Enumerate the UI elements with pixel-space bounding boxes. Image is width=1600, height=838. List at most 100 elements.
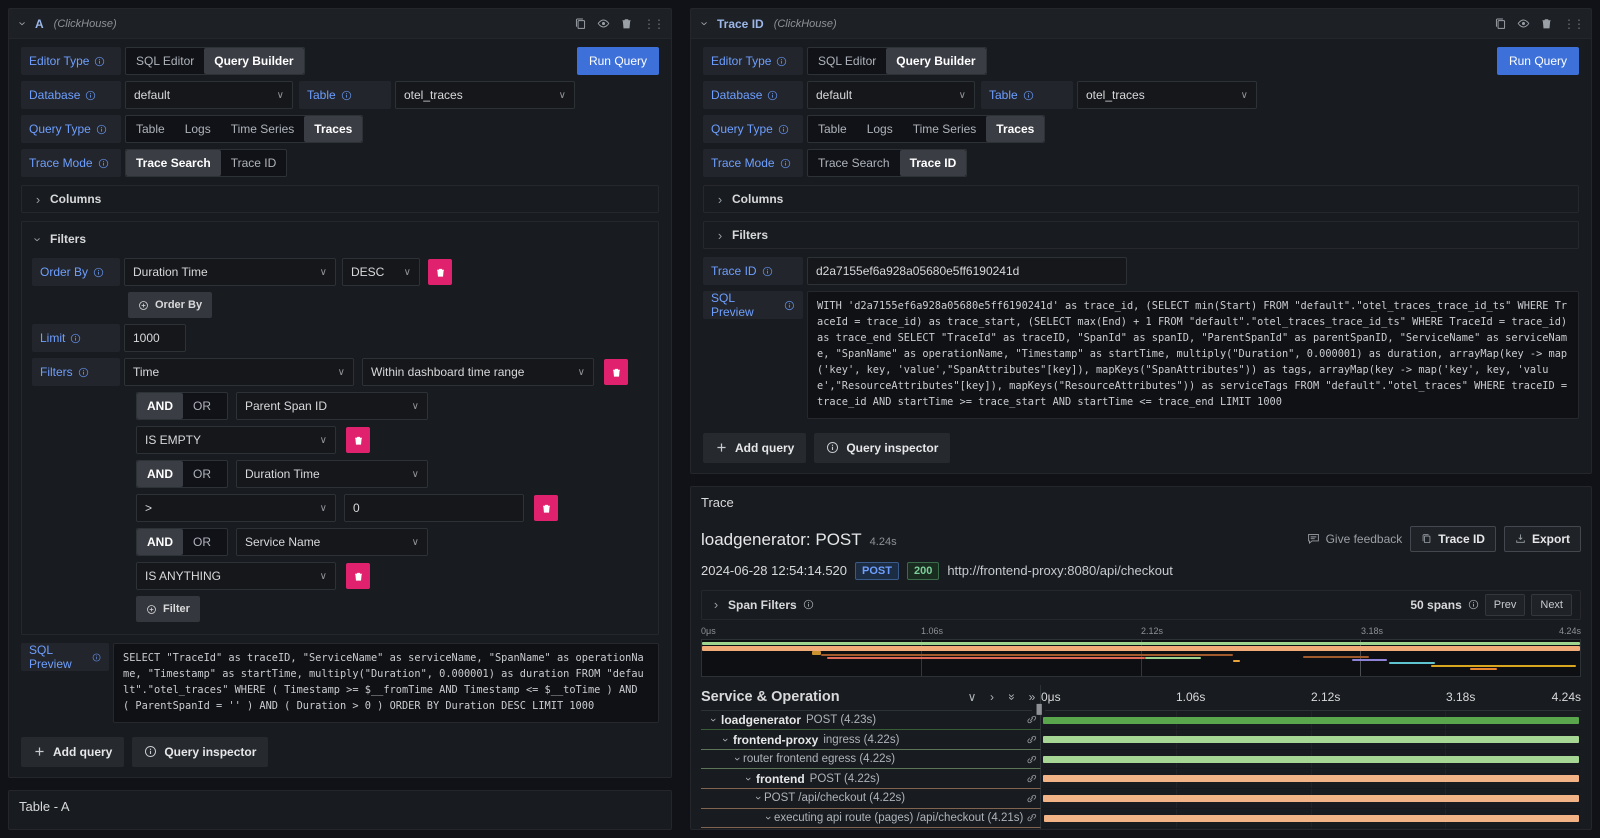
database-select[interactable]: default∨ [125, 81, 293, 109]
bool-operator-segmented[interactable]: AND OR [136, 392, 228, 420]
option-query-builder[interactable]: Query Builder [204, 48, 303, 74]
run-query-button[interactable]: Run Query [1497, 47, 1579, 75]
remove-filter-button[interactable] [604, 359, 628, 385]
span-timeline-cell[interactable] [1041, 750, 1581, 770]
run-query-button[interactable]: Run Query [577, 47, 659, 75]
column-header[interactable]: operationName [263, 822, 368, 830]
remove-condition-button[interactable] [346, 563, 370, 589]
remove-query-trash-icon[interactable] [1540, 17, 1553, 30]
chevron-right-icon[interactable]: › [710, 598, 722, 611]
expand-all-icon[interactable]: » [1024, 690, 1040, 704]
span-link-icon[interactable] [1026, 812, 1037, 823]
option-and[interactable]: AND [137, 393, 183, 419]
columns-section-toggle[interactable]: › Columns [21, 185, 659, 213]
span-name-cell[interactable]: › router frontend egress (4.22s) [701, 750, 1041, 770]
span-row[interactable]: › loadgenerator POST (4.23s) [701, 711, 1581, 731]
trace-minimap[interactable] [701, 639, 1581, 677]
export-button[interactable]: Export [1504, 526, 1581, 552]
trace-mode-segmented[interactable]: Trace Search Trace ID [125, 149, 287, 177]
option-logs[interactable]: Logs [857, 116, 903, 142]
add-query-button[interactable]: Add query [703, 433, 806, 463]
column-header[interactable]: serviceName [133, 822, 263, 830]
condition-operator-select[interactable]: IS ANYTHING∨ [136, 562, 336, 590]
query-type-segmented[interactable]: Table Logs Time Series Traces [807, 115, 1045, 143]
query-type-segmented[interactable]: Table Logs Time Series Traces [125, 115, 363, 143]
chevron-down-icon[interactable]: › [731, 753, 743, 765]
collapse-all-icon[interactable]: » [1005, 689, 1019, 705]
hide-response-eye-icon[interactable] [1517, 17, 1530, 30]
filter-operator-select[interactable]: Within dashboard time range∨ [362, 358, 594, 386]
span-name-cell[interactable]: › grpc.oteldemo.CheckoutService/PlaceOrd… [701, 828, 1041, 829]
option-traces[interactable]: Traces [986, 116, 1044, 142]
span-name-cell[interactable]: › frontend POST (4.22s) [701, 769, 1041, 789]
next-button[interactable]: Next [1531, 594, 1572, 616]
option-logs[interactable]: Logs [175, 116, 221, 142]
column-header[interactable]: duration [548, 822, 671, 830]
trace-id-input[interactable] [807, 257, 1127, 285]
option-time-series[interactable]: Time Series [903, 116, 987, 142]
span-bar[interactable] [1043, 795, 1580, 802]
remove-condition-button[interactable] [534, 495, 558, 521]
option-sql-editor[interactable]: SQL Editor [808, 48, 886, 74]
option-trace-id[interactable]: Trace ID [221, 150, 287, 176]
expand-one-icon[interactable]: › [984, 690, 1000, 704]
chevron-down-icon[interactable]: › [742, 773, 754, 785]
option-query-builder[interactable]: Query Builder [886, 48, 985, 74]
add-filter-button[interactable]: Filter [136, 596, 200, 622]
order-by-direction-select[interactable]: DESC∨ [342, 258, 420, 286]
query-inspector-button[interactable]: Query inspector [132, 737, 268, 767]
span-bar[interactable] [1043, 775, 1580, 782]
trace-mode-segmented[interactable]: Trace Search Trace ID [807, 149, 967, 177]
span-name-cell[interactable]: › POST /api/checkout (4.22s) [701, 789, 1041, 809]
remove-query-trash-icon[interactable] [620, 17, 633, 30]
condition-operator-select[interactable]: IS EMPTY∨ [136, 426, 336, 454]
give-feedback-link[interactable]: Give feedback [1307, 532, 1403, 546]
duplicate-query-icon[interactable] [574, 17, 587, 30]
condition-field-select[interactable]: Service Name∨ [236, 528, 428, 556]
query-row-header-a[interactable]: › A (ClickHouse) ⋮⋮ [9, 9, 671, 39]
span-link-icon[interactable] [1026, 754, 1037, 765]
span-bar[interactable] [1043, 717, 1580, 724]
condition-operator-select[interactable]: >∨ [136, 494, 336, 522]
column-resize-handle[interactable]: ▐▌ [1032, 704, 1045, 714]
option-sql-editor[interactable]: SQL Editor [126, 48, 204, 74]
option-or[interactable]: OR [183, 529, 221, 555]
limit-input[interactable] [124, 324, 186, 352]
span-timeline-cell[interactable] [1041, 828, 1581, 829]
span-row[interactable]: › executing api route (pages) /api/check… [701, 809, 1581, 829]
filters-section-toggle[interactable]: › Filters [703, 221, 1579, 249]
span-row[interactable]: › POST /api/checkout (4.22s) [701, 789, 1581, 809]
span-link-icon[interactable] [1026, 793, 1037, 804]
span-row[interactable]: › frontend POST (4.22s) [701, 769, 1581, 789]
editor-type-segmented[interactable]: SQL Editor Query Builder [125, 47, 305, 75]
span-name-cell[interactable]: › loadgenerator POST (4.23s) [701, 711, 1041, 731]
span-timeline-cell[interactable] [1041, 809, 1581, 829]
add-order-by-button[interactable]: Order By [128, 292, 212, 318]
span-timeline-cell[interactable] [1041, 711, 1581, 731]
span-row[interactable]: › router frontend egress (4.22s) [701, 750, 1581, 770]
span-filters-label[interactable]: Span Filters [728, 598, 797, 612]
chevron-down-icon[interactable]: › [719, 734, 731, 746]
table-select[interactable]: otel_traces∨ [1077, 81, 1257, 109]
span-bar[interactable] [1044, 815, 1579, 822]
table-select[interactable]: otel_traces∨ [395, 81, 575, 109]
query-row-header-trace-id[interactable]: › Trace ID (ClickHouse) ⋮⋮ [691, 9, 1591, 39]
column-header[interactable]: startTime [368, 822, 548, 830]
chevron-down-icon[interactable]: › [752, 792, 764, 804]
option-trace-search[interactable]: Trace Search [808, 150, 900, 176]
condition-field-select[interactable]: Parent Span ID∨ [236, 392, 428, 420]
collapse-chevron-icon[interactable]: › [699, 18, 712, 30]
column-header[interactable]: traceID [9, 822, 133, 830]
span-link-icon[interactable] [1026, 714, 1037, 725]
database-select[interactable]: default∨ [807, 81, 975, 109]
remove-order-by-button[interactable] [428, 259, 452, 285]
remove-condition-button[interactable] [346, 427, 370, 453]
span-row[interactable]: › grpc.oteldemo.CheckoutService/PlaceOrd… [701, 828, 1581, 829]
option-or[interactable]: OR [183, 393, 221, 419]
order-by-field-select[interactable]: Duration Time∨ [124, 258, 336, 286]
option-table[interactable]: Table [126, 116, 175, 142]
collapse-one-icon[interactable]: ∨ [964, 690, 980, 704]
span-name-cell[interactable]: › frontend-proxy ingress (4.22s) [701, 730, 1041, 750]
collapse-chevron-icon[interactable]: › [17, 18, 30, 30]
option-and[interactable]: AND [137, 461, 183, 487]
